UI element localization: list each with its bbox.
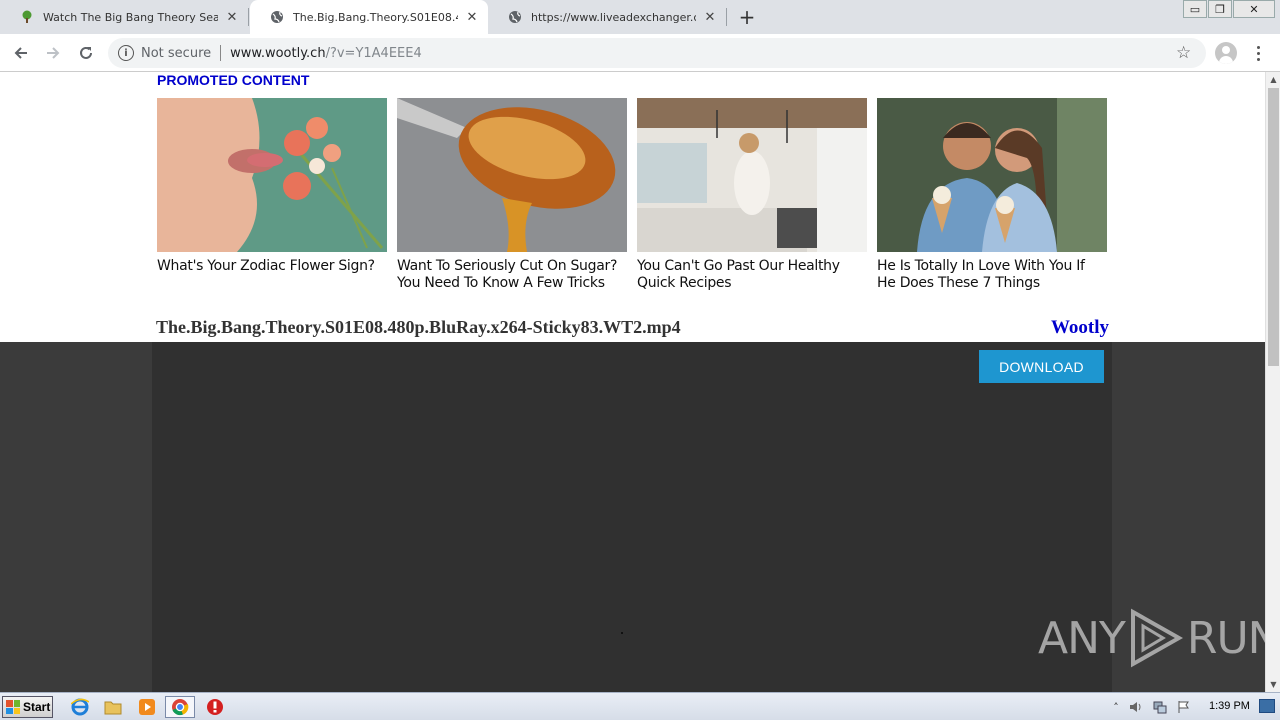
ie-icon[interactable] bbox=[69, 697, 91, 717]
back-arrow-icon[interactable] bbox=[10, 42, 32, 64]
security-label: Not secure bbox=[141, 45, 212, 61]
watermark-text-right: RUN bbox=[1186, 612, 1265, 664]
start-label: Start bbox=[23, 700, 51, 714]
show-desktop-button[interactable] bbox=[1259, 699, 1275, 713]
action-center-flag-icon[interactable] bbox=[1176, 699, 1192, 715]
tray-expand-icon[interactable]: ˄ bbox=[1108, 699, 1124, 715]
restore-button[interactable]: ❐ bbox=[1208, 0, 1232, 18]
close-icon[interactable]: ✕ bbox=[464, 9, 480, 25]
tab-strip: Watch The Big Bang Theory Season ✕ The.B… bbox=[0, 0, 1280, 34]
promo-caption[interactable]: Want To Seriously Cut On Sugar? You Need… bbox=[397, 258, 627, 292]
info-icon[interactable]: i bbox=[118, 45, 134, 61]
close-window-button[interactable]: ✕ bbox=[1233, 0, 1275, 18]
profile-avatar-icon[interactable] bbox=[1215, 42, 1237, 64]
media-player-icon[interactable] bbox=[136, 697, 158, 717]
vertical-scrollbar[interactable]: ▲ ▼ bbox=[1265, 72, 1280, 692]
page-viewport: PROMOTED CONTENT What's Your Zodiac Flow… bbox=[0, 72, 1265, 692]
play-triangle-icon bbox=[1130, 608, 1183, 668]
volume-icon[interactable] bbox=[1128, 699, 1144, 715]
promo-caption[interactable]: You Can't Go Past Our Healthy Quick Reci… bbox=[637, 258, 867, 292]
tab-watch-big-bang[interactable]: Watch The Big Bang Theory Season ✕ bbox=[0, 0, 248, 34]
tree-icon bbox=[20, 10, 34, 24]
close-icon[interactable]: ✕ bbox=[224, 9, 240, 25]
tab-title: Watch The Big Bang Theory Season bbox=[43, 10, 218, 24]
chrome-icon[interactable] bbox=[165, 696, 195, 718]
site-logo-link[interactable]: Wootly bbox=[1051, 317, 1109, 339]
promo-image-kitchen[interactable] bbox=[637, 98, 867, 252]
loading-indicator bbox=[621, 632, 623, 634]
tab-wootly-video[interactable]: The.Big.Bang.Theory.S01E08.480p ✕ bbox=[250, 0, 488, 34]
video-player[interactable]: DOWNLOAD bbox=[152, 342, 1112, 692]
anyrun-watermark: ANY RUN bbox=[1038, 608, 1265, 668]
browser-toolbar: i Not secure www.wootly.ch /?v=Y1A4EEE4 … bbox=[0, 34, 1280, 72]
tab-title: The.Big.Bang.Theory.S01E08.480p bbox=[293, 10, 458, 24]
start-button[interactable]: Start bbox=[2, 696, 53, 718]
download-button[interactable]: DOWNLOAD bbox=[979, 350, 1104, 383]
windows-taskbar: Start ˄ 1:39 PM bbox=[0, 692, 1280, 720]
minimize-button[interactable]: ▭ bbox=[1183, 0, 1207, 18]
close-icon[interactable]: ✕ bbox=[702, 9, 718, 25]
reload-icon[interactable] bbox=[75, 42, 97, 64]
forward-arrow-icon[interactable] bbox=[42, 42, 64, 64]
tab-separator bbox=[726, 8, 727, 26]
file-header: The.Big.Bang.Theory.S01E08.480p.BluRay.x… bbox=[156, 317, 1109, 341]
promo-caption[interactable]: What's Your Zodiac Flower Sign? bbox=[157, 258, 387, 275]
folder-icon[interactable] bbox=[102, 697, 124, 717]
divider bbox=[220, 45, 222, 61]
promoted-item[interactable]: Want To Seriously Cut On Sugar? You Need… bbox=[397, 98, 627, 292]
network-icon[interactable] bbox=[1152, 699, 1168, 715]
file-title: The.Big.Bang.Theory.S01E08.480p.BluRay.x… bbox=[156, 317, 681, 337]
tab-liveadexchanger[interactable]: https://www.liveadexchanger.com/ ✕ bbox=[488, 0, 726, 34]
tab-separator bbox=[248, 8, 249, 26]
windows-logo-icon bbox=[6, 700, 20, 714]
stop-icon[interactable] bbox=[204, 697, 226, 717]
promo-image-spoon[interactable] bbox=[397, 98, 627, 252]
clock[interactable]: 1:39 PM bbox=[1209, 700, 1250, 712]
globe-icon bbox=[270, 10, 284, 24]
promo-image-couple[interactable] bbox=[877, 98, 1107, 252]
globe-icon bbox=[508, 10, 522, 24]
tab-title: https://www.liveadexchanger.com/ bbox=[531, 10, 696, 24]
address-bar[interactable]: i Not secure www.wootly.ch /?v=Y1A4EEE4 bbox=[108, 38, 1206, 68]
url-path: /?v=Y1A4EEE4 bbox=[325, 45, 422, 61]
promoted-item[interactable]: What's Your Zodiac Flower Sign? bbox=[157, 98, 387, 275]
promoted-item[interactable]: He Is Totally In Love With You If He Doe… bbox=[877, 98, 1107, 292]
promoted-item[interactable]: You Can't Go Past Our Healthy Quick Reci… bbox=[637, 98, 867, 292]
url-host: www.wootly.ch bbox=[230, 45, 326, 61]
new-tab-button[interactable]: + bbox=[736, 5, 758, 29]
promoted-heading: PROMOTED CONTENT bbox=[157, 72, 310, 88]
scroll-up-arrow-icon[interactable]: ▲ bbox=[1266, 72, 1280, 87]
scroll-thumb[interactable] bbox=[1268, 88, 1279, 366]
promo-image-flower[interactable] bbox=[157, 98, 387, 252]
promo-caption[interactable]: He Is Totally In Love With You If He Doe… bbox=[877, 258, 1107, 292]
menu-dots-icon[interactable] bbox=[1252, 42, 1264, 64]
watermark-text-left: ANY bbox=[1038, 612, 1126, 664]
bookmark-star-icon[interactable]: ☆ bbox=[1176, 43, 1191, 63]
scroll-down-arrow-icon[interactable]: ▼ bbox=[1266, 677, 1280, 692]
